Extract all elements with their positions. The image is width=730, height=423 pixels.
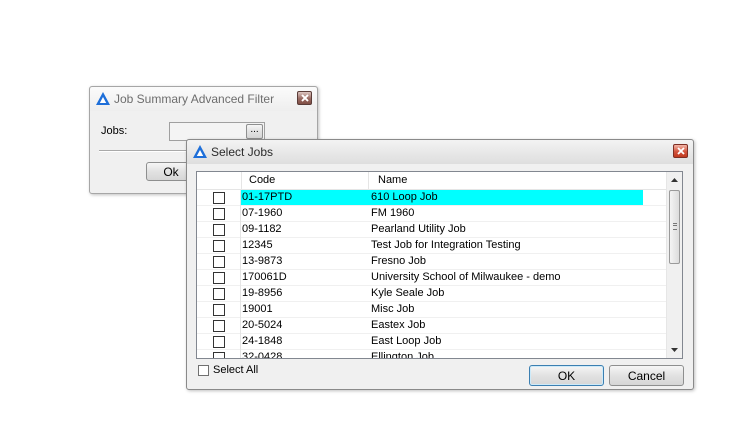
column-divider[interactable] xyxy=(368,172,369,189)
grid-header: Code Name xyxy=(197,172,671,190)
row-checkbox-cell xyxy=(197,350,241,358)
row-checkbox[interactable] xyxy=(212,304,225,316)
cell-name: East Loop Job xyxy=(371,335,442,347)
table-row[interactable]: 07-1960 FM 1960 xyxy=(197,206,671,222)
cell-name: University School of Milwaukee - demo xyxy=(371,271,561,283)
close-button[interactable] xyxy=(297,91,312,105)
cell-name: Kyle Seale Job xyxy=(371,287,445,299)
jobs-label: Jobs: xyxy=(101,125,128,137)
row-checkbox-cell xyxy=(197,206,241,222)
row-checkbox[interactable] xyxy=(212,224,225,236)
cell-name: 610 Loop Job xyxy=(371,191,438,203)
row-checkbox[interactable] xyxy=(212,240,225,252)
close-button[interactable] xyxy=(673,144,688,158)
row-checkbox[interactable] xyxy=(212,192,225,204)
select-all-label: Select All xyxy=(213,364,259,376)
row-checkbox-cell xyxy=(197,334,241,350)
cell-code: 13-9873 xyxy=(242,255,283,267)
table-row[interactable]: 20-5024 Eastex Job xyxy=(197,318,671,334)
title-bar[interactable]: Select Jobs xyxy=(187,140,693,164)
cancel-button[interactable]: Cancel xyxy=(609,365,684,386)
row-checkbox[interactable] xyxy=(212,256,225,268)
cell-code: 09-1182 xyxy=(242,223,282,235)
row-checkbox[interactable] xyxy=(212,208,225,220)
cell-code: 19001 xyxy=(242,303,273,315)
table-row[interactable]: 13-9873 Fresno Job xyxy=(197,254,671,270)
cell-name: Misc Job xyxy=(371,303,415,315)
cell-name: Ellington Job xyxy=(371,351,434,358)
column-header-code[interactable]: Code xyxy=(249,174,275,186)
vertical-scrollbar[interactable] xyxy=(666,172,682,358)
dialog-title: Select Jobs xyxy=(211,145,274,159)
column-header-name[interactable]: Name xyxy=(378,174,407,186)
row-checkbox-cell xyxy=(197,286,241,302)
row-checkbox-cell xyxy=(197,238,241,254)
row-checkbox[interactable] xyxy=(212,272,225,284)
cancel-label: Cancel xyxy=(627,368,666,383)
table-row[interactable]: 19001 Misc Job xyxy=(197,302,671,318)
cell-code: 32-0428 xyxy=(242,351,283,358)
table-row[interactable]: 01-17PTD 610 Loop Job xyxy=(197,190,671,206)
chevron-up-icon xyxy=(671,178,678,182)
cell-name: Eastex Job xyxy=(371,319,426,331)
select-all-checkbox[interactable]: Select All xyxy=(198,364,258,376)
select-jobs-dialog: Select Jobs Code Name 01-17PTD 610 Loop J… xyxy=(186,139,694,390)
row-checkbox[interactable] xyxy=(212,288,225,300)
ok-label: OK xyxy=(557,368,576,383)
cell-name: Fresno Job xyxy=(371,255,427,267)
dialog-title: Job Summary Advanced Filter xyxy=(114,92,275,106)
header-checkbox-column xyxy=(197,172,242,189)
table-row[interactable]: 12345 Test Job for Integration Testing xyxy=(197,238,671,254)
table-row[interactable]: 32-0428 Ellington Job xyxy=(197,350,671,358)
ok-label: Ok xyxy=(163,164,179,179)
title-bar[interactable]: Job Summary Advanced Filter xyxy=(90,87,317,111)
browse-label: ... xyxy=(250,124,259,135)
table-row[interactable]: 170061D University School of Milwaukee - … xyxy=(197,270,671,286)
grid-rows: 01-17PTD 610 Loop Job 07-1960 FM 1960 09-118… xyxy=(197,190,671,358)
cell-name: FM 1960 xyxy=(371,207,415,219)
scroll-thumb[interactable] xyxy=(669,190,680,264)
row-checkbox-cell xyxy=(197,270,241,286)
grip-icon xyxy=(673,223,677,230)
scroll-down-arrow[interactable] xyxy=(667,342,682,358)
row-checkbox-cell xyxy=(197,318,241,334)
cell-code: 170061D xyxy=(242,271,287,283)
cell-code: 20-5024 xyxy=(242,319,283,331)
row-checkbox[interactable] xyxy=(212,352,225,358)
cell-name: Test Job for Integration Testing xyxy=(371,239,521,251)
row-checkbox-cell xyxy=(197,190,241,206)
jobs-grid: Code Name 01-17PTD 610 Loop Job 07-1960 FM … xyxy=(196,171,683,359)
row-checkbox-cell xyxy=(197,222,241,238)
table-row[interactable]: 24-1848 East Loop Job xyxy=(197,334,671,350)
row-checkbox[interactable] xyxy=(212,320,225,332)
scroll-up-arrow[interactable] xyxy=(667,172,682,188)
cell-code: 12345 xyxy=(242,239,273,251)
table-row[interactable]: 19-8956 Kyle Seale Job xyxy=(197,286,671,302)
app-logo-icon xyxy=(192,144,208,160)
row-checkbox[interactable] xyxy=(212,336,225,348)
cell-code: 01-17PTD xyxy=(242,191,293,203)
app-logo-icon xyxy=(95,91,111,107)
row-checkbox-cell xyxy=(197,254,241,270)
chevron-down-icon xyxy=(671,348,678,352)
cell-code: 24-1848 xyxy=(242,335,283,347)
cell-code: 07-1960 xyxy=(242,207,283,219)
select-all-box[interactable] xyxy=(198,364,209,376)
browse-jobs-button[interactable]: ... xyxy=(246,124,263,139)
table-row[interactable]: 09-1182 Pearland Utility Job xyxy=(197,222,671,238)
close-icon xyxy=(676,147,685,155)
row-checkbox-cell xyxy=(197,302,241,318)
ok-button[interactable]: OK xyxy=(529,365,604,386)
cell-name: Pearland Utility Job xyxy=(371,223,466,235)
cell-code: 19-8956 xyxy=(242,287,283,299)
close-icon xyxy=(300,94,309,102)
